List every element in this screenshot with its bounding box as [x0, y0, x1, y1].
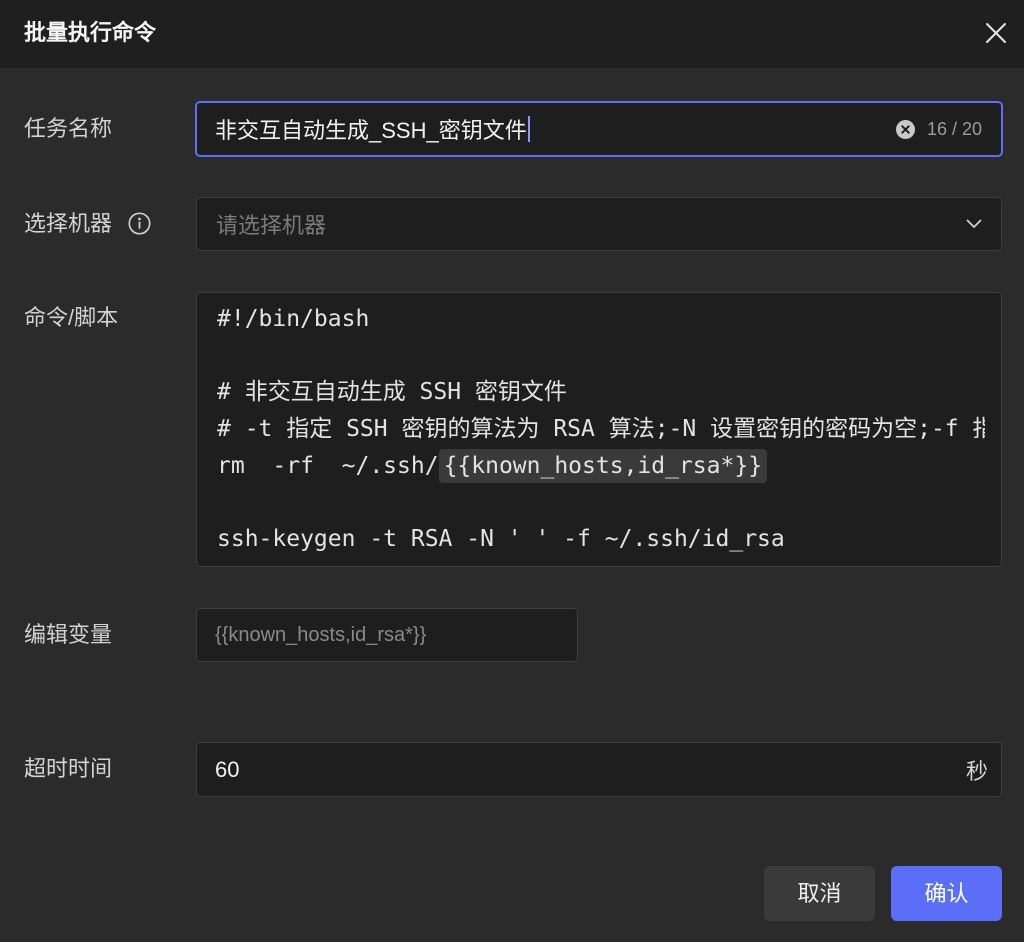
task-name-value: 非交互自动生成_SSH_密钥文件	[215, 118, 527, 143]
dialog-header: 批量执行命令	[0, 0, 1024, 68]
code-line: # -t 指定 SSH 密钥的算法为 RSA 算法;-N 设置密钥的密码为空;-…	[217, 411, 985, 448]
code-variable-highlight: {{known_hosts,id_rsa*}}	[438, 448, 768, 483]
code-line: #!/bin/bash	[217, 301, 985, 338]
char-counter: 16 / 20	[926, 118, 982, 139]
timeout-label: 超时时间	[24, 756, 113, 781]
timeout-unit: 秒	[965, 758, 988, 784]
variables-label: 编辑变量	[24, 622, 113, 647]
code-text: ssh-keygen -t RSA -N ' ' -f ~/.ssh/id_rs…	[217, 526, 785, 553]
cancel-button[interactable]: 取消	[764, 866, 875, 921]
code-text: rm -rf ~/.ssh/	[217, 452, 439, 479]
clear-circle-icon[interactable]	[895, 119, 915, 139]
code-viewport: #!/bin/bash # 非交互自动生成 SSH 密钥文件 # -t 指定 S…	[217, 301, 985, 566]
variables-input[interactable]	[215, 623, 559, 647]
code-line: rm -rf ~/.ssh/{{known_hosts,id_rsa*}}	[217, 448, 985, 485]
code-text: # 非交互自动生成 SSH 密钥文件	[217, 379, 567, 406]
code-text: #!/bin/bash	[217, 306, 370, 332]
script-editor[interactable]: #!/bin/bash # 非交互自动生成 SSH 密钥文件 # -t 指定 S…	[196, 292, 1002, 567]
task-name-input[interactable]: 非交互自动生成_SSH_密钥文件 16 / 20	[196, 102, 1002, 156]
code-text: # -t 指定 SSH 密钥的算法为 RSA 算法;-N 设置密钥的密码为空;-…	[217, 416, 985, 443]
machine-placeholder: 请选择机器	[216, 213, 327, 238]
close-icon[interactable]	[985, 22, 1007, 44]
text-caret	[527, 116, 530, 142]
confirm-button[interactable]: 确认	[891, 866, 1002, 921]
timeout-field[interactable]: 秒	[196, 742, 1002, 797]
variables-field[interactable]	[196, 608, 578, 662]
timeout-input[interactable]	[215, 756, 958, 783]
code-line: ssh-keygen -t RSA -N ' ' -f ~/.ssh/id_rs…	[217, 521, 985, 558]
script-label: 命令/脚本	[24, 305, 119, 330]
info-icon[interactable]	[128, 212, 151, 235]
chevron-down-icon	[966, 219, 982, 229]
machine-label: 选择机器	[24, 211, 113, 236]
task-name-label: 任务名称	[24, 116, 113, 141]
dialog-title: 批量执行命令	[24, 20, 157, 45]
machine-select[interactable]: 请选择机器	[196, 197, 1002, 251]
code-line: # 非交互自动生成 SSH 密钥文件	[217, 374, 985, 411]
